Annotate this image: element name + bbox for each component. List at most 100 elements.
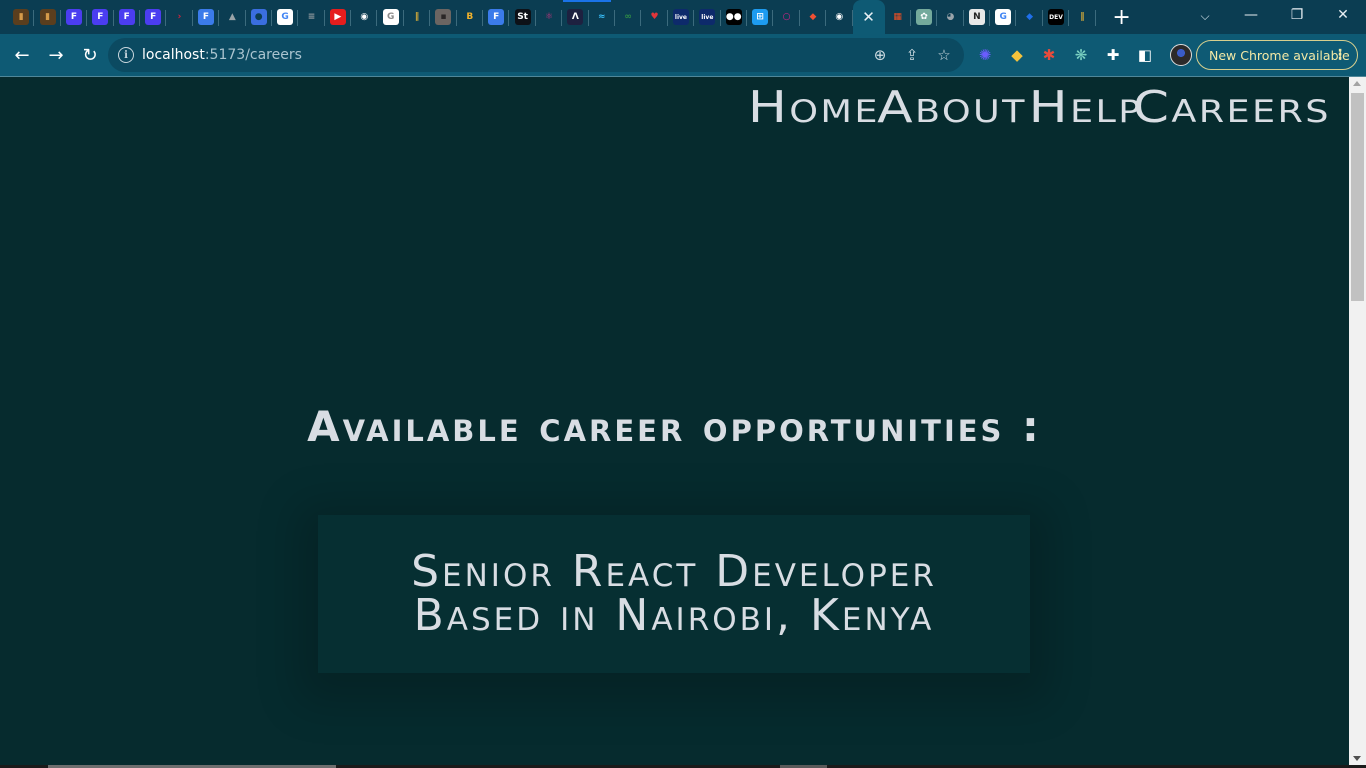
address-bar-actions: ⊕ ⇪ ☆: [868, 38, 956, 72]
browser-tab[interactable]: ●●: [721, 0, 748, 34]
geeks-icon: ∞: [624, 12, 632, 22]
browser-tab[interactable]: ‖: [1069, 0, 1097, 34]
browser-tab[interactable]: ⊞: [747, 0, 774, 34]
scroll-up-arrow-icon[interactable]: [1353, 81, 1361, 86]
browser-tab[interactable]: ▪: [430, 0, 458, 34]
browser-tab[interactable]: ◉: [826, 0, 853, 34]
site-info-icon[interactable]: i: [118, 47, 134, 63]
browser-tab[interactable]: F: [114, 0, 141, 34]
f-logo-icon: F: [197, 9, 214, 25]
browser-tab[interactable]: ●: [246, 0, 273, 34]
atom-extension-icon[interactable]: ❋: [1068, 42, 1094, 68]
browser-tab[interactable]: live: [668, 0, 695, 34]
url-text[interactable]: localhost:5173/careers: [142, 47, 302, 63]
browser-tab[interactable]: B: [457, 0, 484, 34]
arrow-right-icon: →: [48, 44, 64, 66]
browser-tab[interactable]: ◉: [351, 0, 378, 34]
side-panel-icon[interactable]: ◧: [1132, 42, 1158, 68]
browser-tab[interactable]: F: [193, 0, 220, 34]
scroll-down-arrow-icon[interactable]: [1353, 756, 1361, 761]
browser-tab[interactable]: ◆: [1016, 0, 1044, 34]
reload-icon: ↻: [82, 44, 98, 66]
close-window-button[interactable]: ✕: [1320, 0, 1366, 30]
nav-link-careers[interactable]: Careers: [1133, 85, 1331, 131]
browser-tab[interactable]: ♥: [641, 0, 669, 34]
nav-link-help[interactable]: Help: [1029, 85, 1143, 131]
browser-tab[interactable]: ‖: [404, 0, 431, 34]
sparkle-extension-icon[interactable]: ✺: [972, 42, 998, 68]
new-chrome-available-button[interactable]: New Chrome available ⋮: [1196, 40, 1358, 70]
browser-tab[interactable]: G: [377, 0, 405, 34]
profile-avatar[interactable]: [1170, 44, 1192, 66]
microsoft-icon: ▦: [893, 12, 902, 22]
browser-tab[interactable]: F: [87, 0, 114, 34]
browser-tab[interactable]: St: [509, 0, 537, 34]
globe-icon: ◕: [946, 12, 955, 22]
wood-icon: ▮: [13, 9, 30, 25]
diamond-icon: ◆: [1026, 12, 1034, 22]
medium-icon: ●●: [725, 9, 742, 25]
puzzle-icon[interactable]: ✚: [1100, 42, 1126, 68]
window-controls: — ❐ ✕: [1228, 0, 1366, 34]
browser-tab[interactable]: ▦: [885, 0, 912, 34]
close-icon: ✕: [1337, 7, 1349, 23]
diamond-extension-icon[interactable]: ◆: [1004, 42, 1030, 68]
browser-tab[interactable]: N: [964, 0, 991, 34]
browser-tab[interactable]: F: [140, 0, 167, 34]
github-icon: ◉: [835, 12, 844, 22]
stripe-logo-icon: ≡: [307, 12, 316, 22]
browser-tab[interactable]: ›: [166, 0, 194, 34]
vertical-scrollbar[interactable]: [1349, 77, 1366, 765]
browser-tab[interactable]: ∞: [615, 0, 642, 34]
google-icon: G: [995, 9, 1012, 25]
browser-tab[interactable]: ▮: [34, 0, 62, 34]
windows-icon: ⊞: [752, 9, 769, 25]
browser-tab[interactable]: ○: [773, 0, 801, 34]
browser-tab[interactable]: F: [483, 0, 510, 34]
browser-tab[interactable]: F: [61, 0, 88, 34]
browser-tab[interactable]: ⚛: [536, 0, 563, 34]
bookmark-star-icon[interactable]: ☆: [932, 43, 956, 67]
browser-tab[interactable]: ≡: [298, 0, 326, 34]
browser-tab[interactable]: ✿: [911, 0, 938, 34]
minimize-button[interactable]: —: [1228, 0, 1274, 30]
youtube-icon: ▶: [329, 9, 346, 25]
framer-icon: F: [145, 9, 162, 25]
tab-search-button[interactable]: ⌵: [1188, 4, 1222, 28]
browser-tab[interactable]: G: [990, 0, 1017, 34]
browser-tab[interactable]: ◕: [937, 0, 965, 34]
nav-link-home[interactable]: Home: [748, 85, 880, 131]
job-card[interactable]: Senior React Developer Based in Nairobi,…: [318, 515, 1030, 673]
site-nav: Home About Help Careers: [748, 85, 1331, 131]
browser-tab[interactable]: live: [694, 0, 721, 34]
browser-tab[interactable]: ▶: [325, 0, 352, 34]
reload-button[interactable]: ↻: [74, 39, 106, 71]
arrow-left-icon: ←: [14, 44, 30, 66]
browser-tab[interactable]: ▮: [8, 0, 35, 34]
scrollbar-thumb[interactable]: [1351, 93, 1364, 301]
browser-tab[interactable]: ◆: [800, 0, 827, 34]
forward-button[interactable]: →: [40, 39, 72, 71]
zoom-icon[interactable]: ⊕: [868, 43, 892, 67]
page-viewport: Home About Help Careers Available career…: [0, 77, 1349, 765]
share-icon[interactable]: ⇪: [900, 43, 924, 67]
back-button[interactable]: ←: [6, 39, 38, 71]
browser-tab[interactable]: G: [272, 0, 299, 34]
close-tab-icon[interactable]: ✕: [862, 8, 875, 26]
restore-button[interactable]: ❐: [1274, 0, 1320, 30]
framer-icon: F: [92, 9, 109, 25]
framer-icon: F: [118, 9, 135, 25]
menu-kebab-icon[interactable]: ⋮: [1333, 47, 1347, 63]
new-tab-button[interactable]: +: [1104, 0, 1140, 34]
address-bar[interactable]: i localhost:5173/careers ⊕ ⇪ ☆: [108, 38, 964, 72]
nav-link-about[interactable]: About: [877, 85, 1027, 131]
browser-tab[interactable]: DEV: [1043, 0, 1070, 34]
google-icon: G: [382, 9, 399, 25]
bug-extension-icon[interactable]: ✱: [1036, 42, 1062, 68]
active-tab[interactable]: ✕: [852, 0, 885, 34]
browser-tab[interactable]: ▲: [219, 0, 246, 34]
wood-icon: ▮: [39, 9, 56, 25]
browser-tab[interactable]: Λ: [562, 0, 589, 34]
browser-tab[interactable]: ≈: [589, 0, 616, 34]
framer-icon: F: [65, 9, 82, 25]
